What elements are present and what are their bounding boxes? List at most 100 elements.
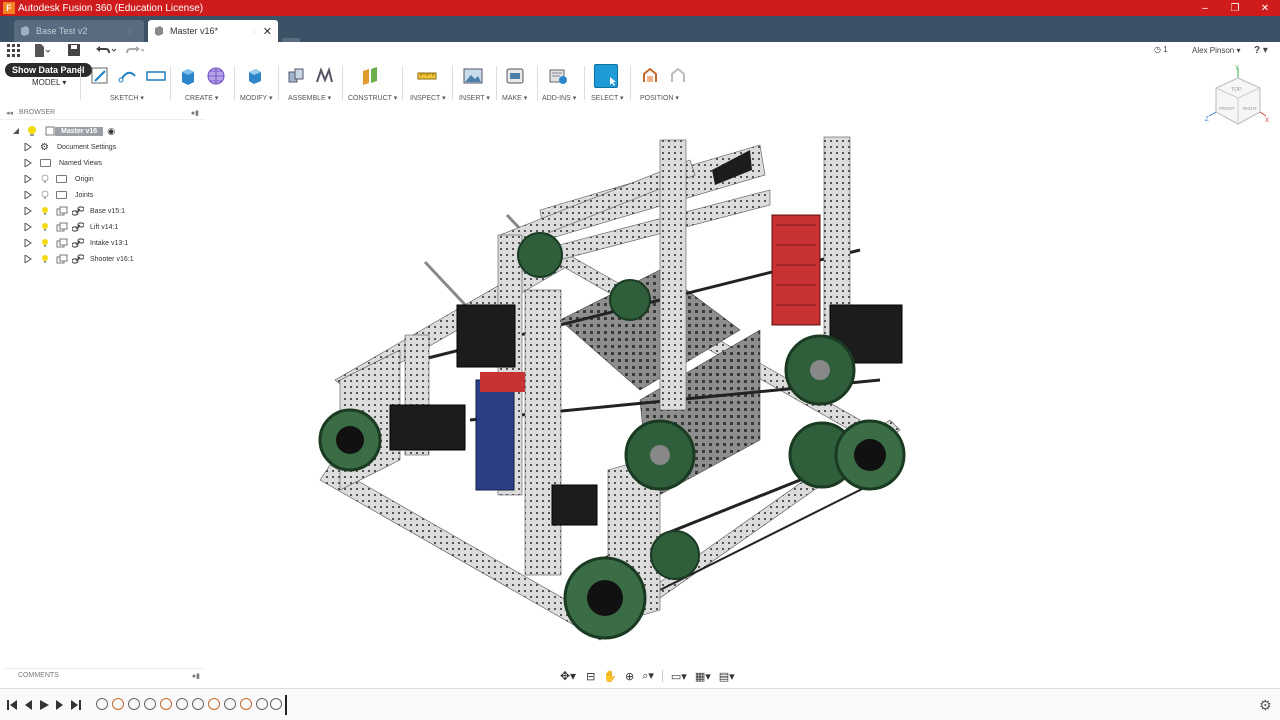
timeline-position-icon[interactable]: [160, 698, 172, 710]
3d-viewport[interactable]: [205, 106, 1280, 666]
bulb-off-icon[interactable]: [40, 174, 50, 184]
collapsed-triangle-icon[interactable]: [24, 255, 32, 263]
timeline-settings-gear-icon[interactable]: ⚙: [1259, 697, 1272, 714]
extrude-icon[interactable]: [178, 66, 198, 86]
data-panel-grid-icon[interactable]: [7, 44, 20, 60]
activate-radio-icon[interactable]: ◉: [107, 126, 115, 137]
modify-menu[interactable]: MODIFY ▾: [240, 94, 273, 102]
pin-icon[interactable]: ●▮: [192, 672, 200, 680]
step-back-icon[interactable]: [22, 699, 34, 711]
go-to-end-icon[interactable]: [70, 699, 82, 711]
timeline-joint-icon[interactable]: [224, 698, 236, 710]
tree-item-lift[interactable]: Lift v14:1: [24, 219, 118, 235]
timeline-joint-icon[interactable]: [128, 698, 140, 710]
timeline-marker[interactable]: [285, 695, 287, 715]
insert-menu[interactable]: INSERT ▾: [459, 94, 490, 102]
pin-icon[interactable]: ●▮: [191, 109, 199, 117]
joint-icon[interactable]: [314, 66, 334, 86]
viewports-icon[interactable]: ▤▾: [719, 670, 735, 683]
redo-icon[interactable]: [124, 44, 145, 60]
create-sketch-icon[interactable]: [90, 66, 110, 86]
workspace-dropdown[interactable]: MODEL ▾: [32, 78, 66, 87]
select-menu[interactable]: SELECT ▾: [591, 94, 624, 102]
timeline-joint-icon[interactable]: [176, 698, 188, 710]
undo-icon[interactable]: [96, 44, 117, 60]
play-icon[interactable]: [38, 699, 50, 711]
construct-menu[interactable]: CONSTRUCT ▾: [348, 94, 397, 102]
offset-plane-icon[interactable]: [360, 66, 380, 86]
tree-item-document-settings[interactable]: ⚙ Document Settings: [24, 139, 116, 155]
line-tool-icon[interactable]: [118, 66, 138, 86]
inspect-menu[interactable]: INSPECT ▾: [410, 94, 446, 102]
press-pull-icon[interactable]: [244, 66, 264, 86]
pan-icon[interactable]: ✋: [603, 670, 617, 683]
look-at-icon[interactable]: ⊟: [586, 670, 595, 683]
tree-item-joints[interactable]: Joints: [24, 187, 93, 203]
bulb-icon[interactable]: [25, 125, 39, 137]
assemble-menu[interactable]: ASSEMBLE ▾: [288, 94, 331, 102]
orbit-icon[interactable]: ✥▾: [560, 669, 576, 683]
timeline-joint-icon[interactable]: [256, 698, 268, 710]
expanded-triangle-icon[interactable]: [12, 127, 20, 135]
position-menu[interactable]: POSITION ▾: [640, 94, 679, 102]
bulb-icon[interactable]: [40, 238, 50, 248]
tab-master[interactable]: Master v16* ◌ ✕: [148, 20, 278, 42]
go-to-start-icon[interactable]: [6, 699, 18, 711]
sketch-menu[interactable]: SKETCH ▾: [110, 94, 144, 102]
tree-item-named-views[interactable]: Named Views: [24, 155, 102, 171]
timeline-joint-icon[interactable]: [192, 698, 204, 710]
grid-snaps-icon[interactable]: ▦▾: [695, 670, 711, 683]
help-menu[interactable]: ? ▾: [1254, 45, 1268, 56]
tree-item-origin[interactable]: Origin: [24, 171, 94, 187]
viewcube-front-face[interactable]: FRONT: [1219, 106, 1235, 111]
collapsed-triangle-icon[interactable]: [24, 191, 32, 199]
tab-base-test[interactable]: Base Test v2 ◌: [14, 20, 144, 42]
viewcube-top-face[interactable]: TOP: [1231, 87, 1242, 93]
timeline-joint-icon[interactable]: [144, 698, 156, 710]
collapsed-triangle-icon[interactable]: [24, 239, 32, 247]
close-window-button[interactable]: ✕: [1250, 3, 1280, 14]
viewcube[interactable]: Y TOP FRONT RIGHT Z X: [1204, 64, 1272, 132]
tree-item-shooter[interactable]: Shooter v16:1: [24, 251, 134, 267]
tree-item-intake[interactable]: Intake v13:1: [24, 235, 128, 251]
display-settings-icon[interactable]: ▭▾: [671, 670, 687, 683]
zoom-icon[interactable]: ⊕: [625, 670, 634, 683]
scripts-addins-icon[interactable]: [548, 66, 568, 86]
3d-print-icon[interactable]: [505, 66, 525, 86]
fit-icon[interactable]: ⌕▾: [642, 669, 654, 683]
collapsed-triangle-icon[interactable]: [24, 143, 32, 151]
coil-icon[interactable]: [206, 66, 226, 86]
timeline-position-icon[interactable]: [112, 698, 124, 710]
make-menu[interactable]: MAKE ▾: [502, 94, 527, 102]
timeline-position-icon[interactable]: [208, 698, 220, 710]
timeline-joint-icon[interactable]: [96, 698, 108, 710]
rectangle-tool-icon[interactable]: [146, 66, 166, 86]
insert-image-icon[interactable]: [463, 66, 483, 86]
viewcube-right-face[interactable]: RIGHT: [1243, 106, 1257, 111]
add-ins-menu[interactable]: ADD-INS ▾: [542, 94, 576, 102]
bulb-icon[interactable]: [40, 206, 50, 216]
browser-root[interactable]: Master v16 ◉: [12, 123, 115, 139]
close-tab-icon[interactable]: ✕: [263, 25, 272, 38]
robot-model[interactable]: [205, 106, 1280, 666]
collapse-panel-icon[interactable]: ◂◂: [6, 109, 13, 117]
step-forward-icon[interactable]: [54, 699, 66, 711]
measure-icon[interactable]: [417, 66, 437, 86]
tree-item-base[interactable]: Base v15:1: [24, 203, 125, 219]
file-menu-icon[interactable]: [34, 44, 51, 60]
collapsed-triangle-icon[interactable]: [24, 175, 32, 183]
save-icon[interactable]: [68, 44, 80, 60]
create-menu[interactable]: CREATE ▾: [185, 94, 218, 102]
timeline-position-icon[interactable]: [240, 698, 252, 710]
bulb-off-icon[interactable]: [40, 190, 50, 200]
timeline-joint-icon[interactable]: [270, 698, 282, 710]
collapsed-triangle-icon[interactable]: [24, 159, 32, 167]
select-tool-icon[interactable]: [594, 64, 618, 88]
minimize-button[interactable]: –: [1190, 3, 1220, 14]
revert-position-icon[interactable]: [668, 66, 688, 86]
bulb-icon[interactable]: [40, 222, 50, 232]
restore-button[interactable]: ❐: [1220, 3, 1250, 14]
new-component-icon[interactable]: [286, 66, 306, 86]
collapsed-triangle-icon[interactable]: [24, 207, 32, 215]
user-menu[interactable]: Alex Pinson ▾: [1192, 46, 1240, 55]
